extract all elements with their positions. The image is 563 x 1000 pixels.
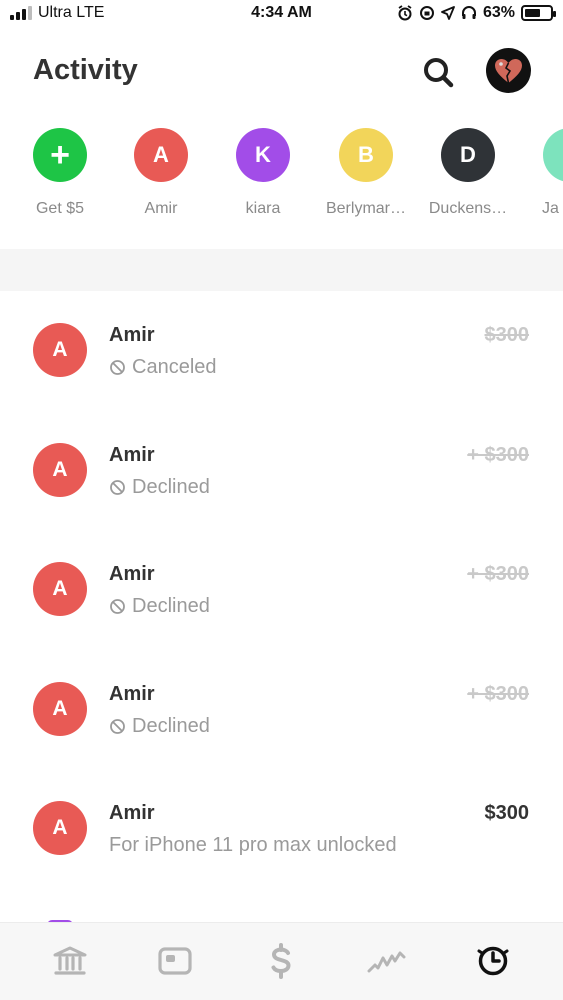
rotation-lock-icon [419,6,434,20]
activity-status-text: For iPhone 11 pro max unlocked [109,834,397,857]
tab-bar [0,922,563,1000]
activity-avatar: A [33,562,87,617]
tab-banking[interactable] [50,941,90,981]
profile-avatar-button[interactable] [486,48,531,93]
contact-avatar: A [134,128,188,182]
activity-status-text: Declined [132,475,210,498]
contact-name: kiara [245,200,281,217]
activity-name: Amir [109,563,155,586]
activity-status-text: Declined [132,595,210,618]
contact-avatar: D [441,128,495,182]
contact-avatar: K [236,128,290,182]
activity-amount: + $300 [467,563,529,586]
dollar-icon [271,943,291,979]
contact-shortcut[interactable]: Kkiara [213,128,313,218]
contact-shortcut[interactable]: A Amir [111,128,211,218]
cancel-icon [110,599,125,615]
cancel-icon [110,360,125,375]
section-divider [0,249,563,291]
cancel-icon [110,479,125,495]
broken-heart-icon [495,59,522,84]
recent-contacts-row: + Get $5 A Amir Kkiara B Berlymar… D Duckens… Ja [0,128,563,228]
location-arrow-icon [441,6,455,20]
card-icon [158,947,192,975]
contact-shortcut[interactable]: B Berlymar… [316,128,416,218]
cancel-icon [110,718,125,734]
alarm-icon [398,5,412,21]
add-contact-icon: + [33,128,87,182]
search-icon [424,58,454,88]
bank-icon [53,946,87,975]
tab-investing[interactable] [366,941,406,981]
activity-name: Amir [109,682,155,705]
activity-name: Amir [109,324,155,346]
contact-shortcut[interactable]: + Get $5 [10,128,110,218]
activity-row[interactable]: A Amir Declined + $300 [0,650,563,770]
activity-row[interactable]: A Amir Canceled $300 [0,291,563,411]
activity-name: Amir [109,802,155,825]
contact-name: Ja [542,200,559,217]
activity-avatar: A [33,801,87,856]
battery-fill [525,9,541,17]
activity-amount: + $300 [467,443,529,466]
activity-name: Amir [109,443,155,466]
activity-status: Declined [109,715,210,738]
activity-row[interactable]: A Amir For iPhone 11 pro max unlocked $300 [0,769,563,889]
search-button[interactable] [420,54,456,90]
activity-status: For iPhone 11 pro max unlocked [109,834,397,857]
tab-card[interactable] [155,941,195,981]
activity-avatar: A [33,681,87,736]
tab-cash[interactable] [261,941,301,981]
contact-shortcut[interactable]: Ja [520,128,563,218]
page-title: Activity [33,54,138,86]
contact-shortcut[interactable]: D Duckens… [418,128,518,218]
activity-status: Declined [109,476,210,499]
battery-percent: 63% [482,4,515,21]
status-right: 63% [397,4,556,22]
contact-name: Berlymar… [325,200,406,217]
contact-avatar [543,128,563,182]
contact-name: Duckens… [428,200,508,217]
contact-name: Get $5 [35,200,85,217]
activity-avatar: A [33,323,87,377]
investing-icon [367,951,406,973]
status-bar: Ultra LTE 4:34 AM 63% [0,0,563,30]
activity-clock-icon [477,946,509,976]
headphones-icon [461,6,476,19]
battery-icon [521,5,556,21]
activity-avatar: A [33,442,87,497]
activity-status: Canceled [109,356,217,379]
contact-name: Amir [144,200,178,217]
activity-amount: + $300 [467,682,529,705]
activity-amount: $300 [484,802,530,825]
activity-status: Declined [109,595,210,618]
activity-status-text: Canceled [132,356,217,378]
tab-activity[interactable] [473,941,513,981]
activity-row[interactable]: A Amir Declined + $300 [0,411,563,531]
activity-row[interactable]: A Amir Declined + $300 [0,530,563,650]
activity-amount: $300 [484,324,530,346]
activity-status-text: Declined [132,714,210,737]
contact-avatar: B [339,128,393,182]
